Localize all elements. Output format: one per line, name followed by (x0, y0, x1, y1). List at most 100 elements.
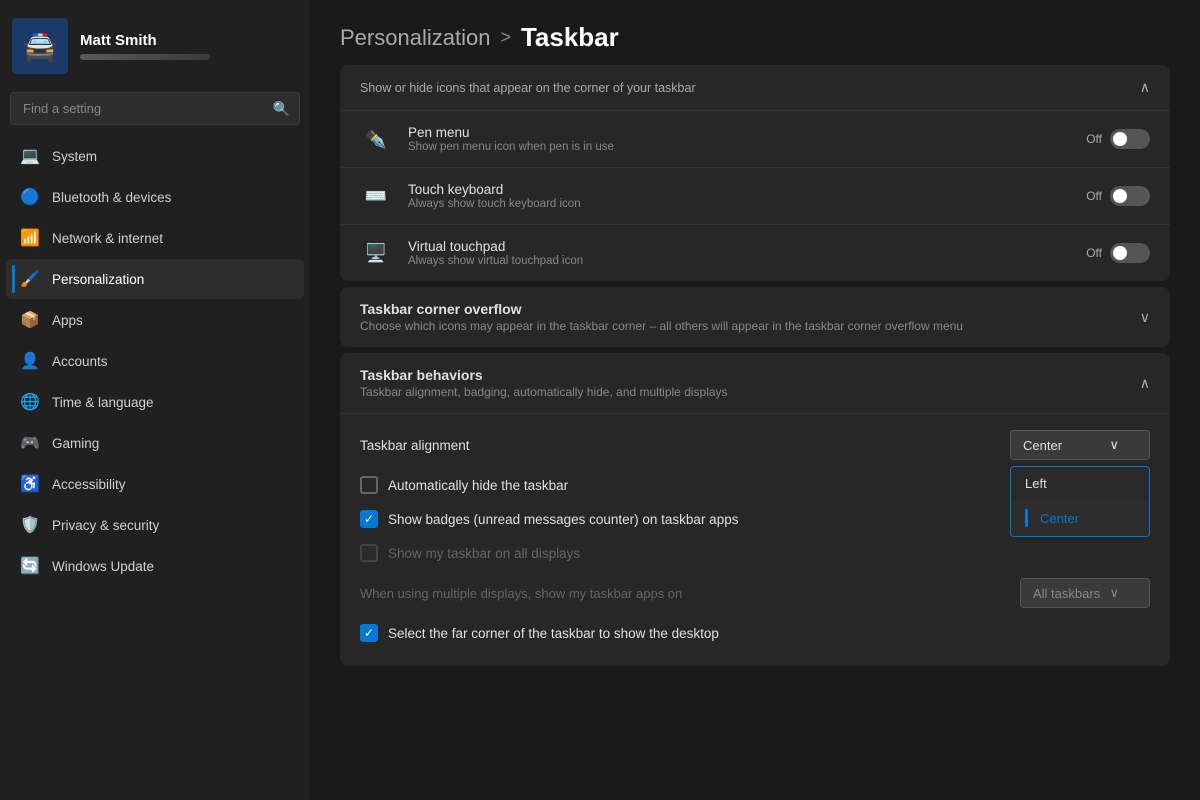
alignment-left-label: Left (1025, 476, 1047, 491)
sidebar-item-label-gaming: Gaming (52, 436, 99, 451)
taskbar-icons-header[interactable]: Show or hide icons that appear on the co… (340, 65, 1170, 110)
alignment-dropdown-menu: Left Center (1010, 466, 1150, 537)
sidebar-item-label-bluetooth: Bluetooth & devices (52, 190, 171, 205)
taskbar-behaviors-text: Taskbar behaviors Taskbar alignment, bad… (360, 367, 728, 399)
touch-keyboard-name: Touch keyboard (408, 182, 1070, 197)
taskbar-corner-overflow-header[interactable]: Taskbar corner overflow Choose which ico… (340, 287, 1170, 347)
sidebar-item-privacy[interactable]: 🛡️ Privacy & security (6, 505, 304, 545)
pen-menu-text: Pen menu Show pen menu icon when pen is … (408, 125, 1070, 153)
chevron-down-icon: ∨ (1140, 309, 1150, 326)
pen-menu-icon: ✒️ (360, 123, 392, 155)
alignment-option-center[interactable]: Center (1011, 500, 1149, 536)
sidebar-nav: 💻 System 🔵 Bluetooth & devices 📶 Network… (0, 135, 310, 587)
chevron-up-icon: ∧ (1140, 79, 1150, 96)
search-box: 🔍 (10, 92, 300, 125)
all-displays-row: Show my taskbar on all displays (360, 536, 1150, 570)
gaming-icon: 🎮 (20, 433, 40, 453)
all-taskbars-dropdown[interactable]: All taskbars ∨ (1020, 578, 1150, 608)
main-content: Personalization > Taskbar Show or hide i… (310, 0, 1200, 800)
system-icon: 💻 (20, 146, 40, 166)
show-badges-label: Show badges (unread messages counter) on… (388, 512, 738, 527)
sidebar-item-accessibility[interactable]: ♿ Accessibility (6, 464, 304, 504)
touch-keyboard-control: Off (1086, 186, 1150, 206)
sidebar-item-time[interactable]: 🌐 Time & language (6, 382, 304, 422)
user-profile[interactable]: 🚔 Matt Smith (0, 0, 310, 88)
pen-menu-toggle[interactable] (1110, 129, 1150, 149)
show-badges-checkmark: ✓ (364, 512, 374, 526)
virtual-touchpad-row: 🖥️ Virtual touchpad Always show virtual … (340, 224, 1170, 281)
sidebar-item-personalization[interactable]: 🖌️ Personalization (6, 259, 304, 299)
virtual-touchpad-text: Virtual touchpad Always show virtual tou… (408, 239, 1070, 267)
selected-indicator (1025, 509, 1028, 527)
sidebar-item-windows-update[interactable]: 🔄 Windows Update (6, 546, 304, 586)
pen-menu-off-label: Off (1086, 132, 1102, 146)
sidebar-item-system[interactable]: 💻 System (6, 136, 304, 176)
accounts-icon: 👤 (20, 351, 40, 371)
breadcrumb-parent: Personalization (340, 25, 490, 51)
sidebar-item-label-network: Network & internet (52, 231, 163, 246)
virtual-touchpad-desc: Always show virtual touchpad icon (408, 255, 1070, 267)
show-badges-checkbox[interactable]: ✓ (360, 510, 378, 528)
alignment-dropdown-container: Center ∨ Left Center (1010, 430, 1150, 460)
sidebar-item-bluetooth[interactable]: 🔵 Bluetooth & devices (6, 177, 304, 217)
multiple-displays-label: When using multiple displays, show my ta… (360, 586, 682, 601)
alignment-dropdown-button[interactable]: Center ∨ (1010, 430, 1150, 460)
pen-menu-name: Pen menu (408, 125, 1070, 140)
auto-hide-label: Automatically hide the taskbar (388, 478, 568, 493)
auto-hide-checkbox[interactable] (360, 476, 378, 494)
sidebar-item-label-windows-update: Windows Update (52, 559, 154, 574)
user-info: Matt Smith (80, 32, 210, 60)
sidebar-item-label-accessibility: Accessibility (52, 477, 126, 492)
breadcrumb-separator: > (500, 27, 511, 48)
taskbar-corner-overflow-section: Taskbar corner overflow Choose which ico… (340, 287, 1170, 347)
all-displays-checkbox[interactable] (360, 544, 378, 562)
select-far-corner-checkbox[interactable]: ✓ (360, 624, 378, 642)
alignment-center-label: Center (1040, 511, 1079, 526)
sidebar-item-gaming[interactable]: 🎮 Gaming (6, 423, 304, 463)
avatar: 🚔 (12, 18, 68, 74)
touch-keyboard-text: Touch keyboard Always show touch keyboar… (408, 182, 1070, 210)
user-name: Matt Smith (80, 32, 210, 49)
pen-menu-desc: Show pen menu icon when pen is in use (408, 141, 1070, 153)
sidebar-item-label-personalization: Personalization (52, 272, 144, 287)
sidebar-item-apps[interactable]: 📦 Apps (6, 300, 304, 340)
virtual-touchpad-icon: 🖥️ (360, 237, 392, 269)
sidebar-item-accounts[interactable]: 👤 Accounts (6, 341, 304, 381)
user-status-bar (80, 54, 210, 60)
content-area: Show or hide icons that appear on the co… (310, 65, 1200, 800)
taskbar-corner-overflow-title: Taskbar corner overflow (360, 301, 963, 317)
chevron-up-behaviors-icon: ∧ (1140, 375, 1150, 392)
behaviors-content: Taskbar alignment Center ∨ Left (340, 414, 1170, 666)
time-icon: 🌐 (20, 392, 40, 412)
alignment-dropdown-value: Center (1023, 438, 1062, 453)
personalization-icon: 🖌️ (20, 269, 40, 289)
pen-menu-row: ✒️ Pen menu Show pen menu icon when pen … (340, 110, 1170, 167)
virtual-touchpad-toggle[interactable] (1110, 243, 1150, 263)
touch-keyboard-toggle[interactable] (1110, 186, 1150, 206)
select-far-corner-label: Select the far corner of the taskbar to … (388, 626, 719, 641)
touch-keyboard-desc: Always show touch keyboard icon (408, 198, 1070, 210)
virtual-touchpad-off-label: Off (1086, 246, 1102, 260)
sidebar-item-network[interactable]: 📶 Network & internet (6, 218, 304, 258)
multiple-displays-row: When using multiple displays, show my ta… (360, 570, 1150, 616)
sidebar-item-label-accounts: Accounts (52, 354, 108, 369)
all-taskbars-value: All taskbars (1033, 586, 1100, 601)
avatar-icon: 🚔 (23, 30, 58, 63)
search-input[interactable] (10, 92, 300, 125)
page-header: Personalization > Taskbar (310, 0, 1200, 65)
all-taskbars-chevron: ∨ (1109, 585, 1119, 601)
virtual-touchpad-control: Off (1086, 243, 1150, 263)
sidebar-item-label-time: Time & language (52, 395, 154, 410)
sidebar-item-label-apps: Apps (52, 313, 83, 328)
touch-keyboard-off-label: Off (1086, 189, 1102, 203)
virtual-touchpad-toggle-thumb (1113, 246, 1127, 260)
sidebar-item-label-system: System (52, 149, 97, 164)
touch-keyboard-row: ⌨️ Touch keyboard Always show touch keyb… (340, 167, 1170, 224)
touch-keyboard-toggle-thumb (1113, 189, 1127, 203)
taskbar-behaviors-header[interactable]: Taskbar behaviors Taskbar alignment, bad… (340, 353, 1170, 413)
accessibility-icon: ♿ (20, 474, 40, 494)
taskbar-behaviors-section: Taskbar behaviors Taskbar alignment, bad… (340, 353, 1170, 666)
avatar-image: 🚔 (12, 18, 68, 74)
privacy-icon: 🛡️ (20, 515, 40, 535)
alignment-option-left[interactable]: Left (1011, 467, 1149, 500)
